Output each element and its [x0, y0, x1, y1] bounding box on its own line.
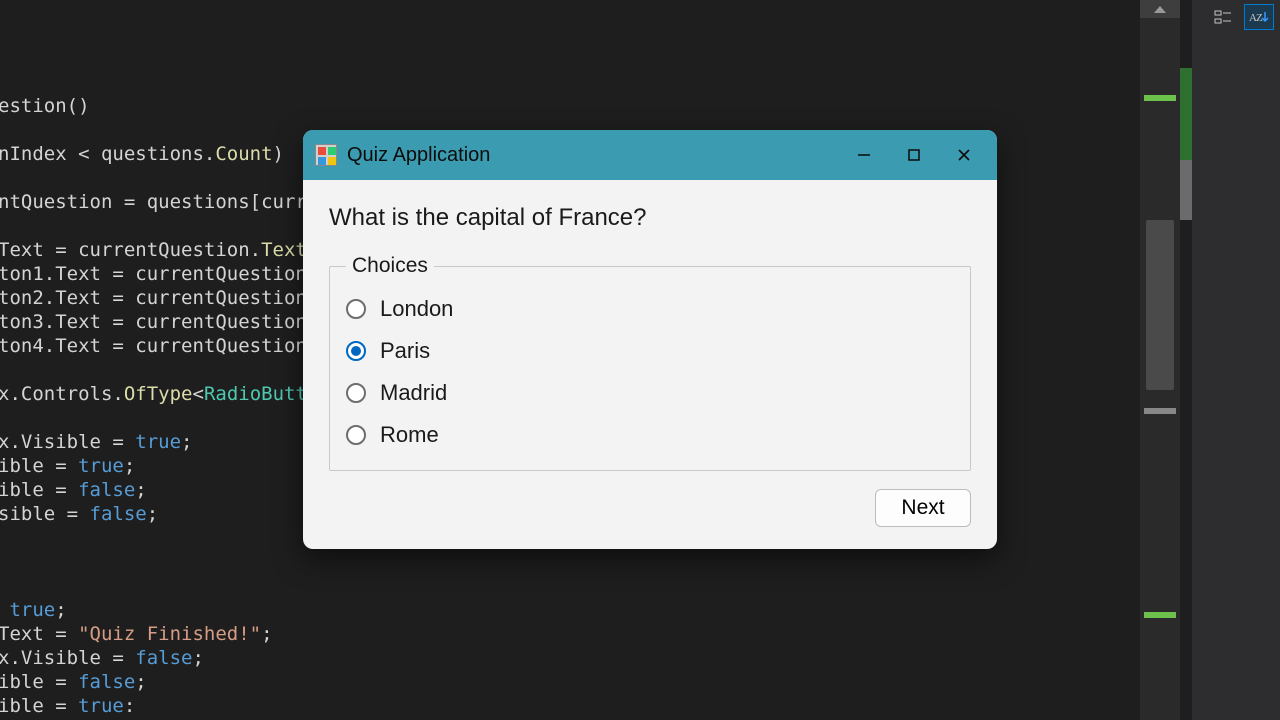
- code-line: ton2.Text = currentQuestion.Ch: [0, 286, 341, 310]
- choice-option[interactable]: London: [346, 288, 954, 330]
- code-line: x.Visible = true;: [0, 430, 341, 454]
- next-button[interactable]: Next: [875, 489, 971, 527]
- code-line: sible = false;: [0, 502, 341, 526]
- choice-option[interactable]: Paris: [346, 330, 954, 372]
- code-line: estion(): [0, 94, 341, 118]
- code-line: Text = "Quiz Finished!";: [0, 622, 341, 646]
- app-icon: [315, 144, 337, 166]
- question-text: What is the capital of France?: [329, 204, 971, 232]
- radio-icon[interactable]: [346, 425, 366, 445]
- scrollbar-marker: [1144, 612, 1176, 618]
- scrollbar-marker: [1144, 408, 1176, 414]
- scrollbar-marker: [1144, 95, 1176, 101]
- code-line: ible = true;: [0, 454, 341, 478]
- properties-toolstrip: AZ: [1192, 0, 1280, 720]
- code-line: ntQuestion = questions[current: [0, 190, 341, 214]
- maximize-button[interactable]: [889, 130, 939, 180]
- alphabetical-icon[interactable]: AZ: [1244, 4, 1274, 30]
- choice-option[interactable]: Rome: [346, 414, 954, 456]
- scroll-up-icon[interactable]: [1140, 0, 1180, 18]
- window-title: Quiz Application: [347, 144, 839, 167]
- code-line: nIndex < questions.Count): [0, 142, 341, 166]
- code-line: ible = true:: [0, 694, 341, 718]
- choices-group: Choices London Paris Madrid Rome: [329, 254, 971, 471]
- choice-label: Madrid: [380, 380, 447, 406]
- code-line: [0, 166, 341, 190]
- close-button[interactable]: [939, 130, 989, 180]
- radio-icon[interactable]: [346, 341, 366, 361]
- code-line: x.Controls.OfType<RadioButton: [0, 382, 341, 406]
- choice-label: Paris: [380, 338, 430, 364]
- code-line: [0, 550, 341, 574]
- code-line: [0, 526, 341, 550]
- code-line: Text = currentQuestion.Text;: [0, 238, 341, 262]
- quiz-dialog: Quiz Application What is the capital of …: [303, 130, 997, 549]
- code-line: ton4.Text = currentQuestion.Ch: [0, 334, 341, 358]
- choices-legend: Choices: [346, 254, 434, 278]
- ruler-marker: [1180, 160, 1192, 220]
- code-line: [0, 574, 341, 598]
- code-line: [0, 118, 341, 142]
- choice-label: Rome: [380, 422, 439, 448]
- radio-icon[interactable]: [346, 299, 366, 319]
- categorized-icon[interactable]: [1208, 4, 1238, 30]
- code-line: ton1.Text = currentQuestion.Ch: [0, 262, 341, 286]
- code-line: [0, 214, 341, 238]
- svg-text:Z: Z: [1256, 12, 1263, 24]
- radio-icon[interactable]: [346, 383, 366, 403]
- code-line: [0, 358, 341, 382]
- code-line: x.Visible = false;: [0, 646, 341, 670]
- overview-ruler: [1180, 0, 1192, 720]
- code-line: ible = false;: [0, 670, 341, 694]
- choice-option[interactable]: Madrid: [346, 372, 954, 414]
- code-line: [0, 406, 341, 430]
- titlebar[interactable]: Quiz Application: [303, 130, 997, 180]
- choice-label: London: [380, 296, 453, 322]
- vertical-scrollbar[interactable]: [1140, 0, 1180, 720]
- code-line: true;: [0, 598, 341, 622]
- scrollbar-thumb[interactable]: [1146, 220, 1174, 390]
- code-line: ton3.Text = currentQuestion.Ch: [0, 310, 341, 334]
- code-line: ible = false;: [0, 478, 341, 502]
- minimize-button[interactable]: [839, 130, 889, 180]
